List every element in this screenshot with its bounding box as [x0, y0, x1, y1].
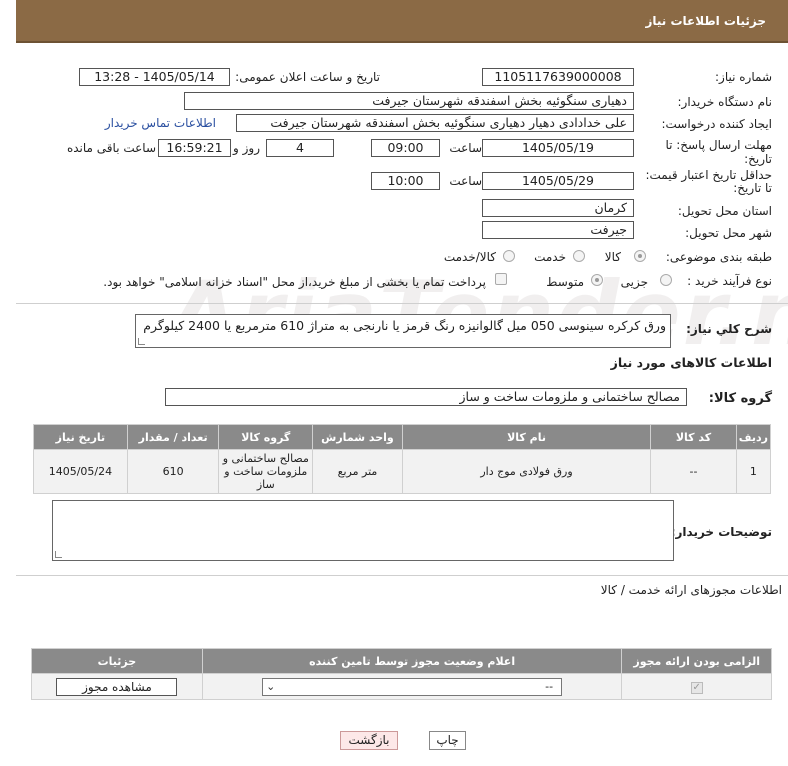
validity-date-field: 1405/05/29 — [482, 172, 634, 190]
page-title: جزئیات اطلاعات نیاز — [645, 14, 766, 28]
deadline-label-date: تاریخ: — [744, 152, 772, 166]
permit-status-select[interactable]: -- ⌄ — [262, 677, 563, 696]
goods-table: ردیف کد کالا نام کالا واحد شمارش گروه کا… — [33, 424, 772, 494]
resize-handle-icon[interactable] — [138, 338, 145, 345]
goods-group-field: مصالح ساختمانی و ملزومات ساخت و ساز — [165, 388, 687, 406]
category-radio-goods[interactable] — [634, 250, 646, 262]
details-cell: مشاهده مجوز — [31, 673, 203, 700]
buyer-notes-textarea[interactable] — [52, 500, 674, 561]
remaining-label: ساعت باقی مانده — [66, 141, 156, 155]
col-qty: تعداد / مقدار — [126, 424, 220, 450]
print-button[interactable]: چاپ — [429, 731, 466, 750]
validity-time-field: 10:00 — [371, 172, 440, 190]
permits-table-header: الزامی بودن ارائه مجوز اعلام وضعیت مجوز … — [31, 648, 772, 674]
resize-handle-icon[interactable] — [55, 551, 62, 558]
days-label: روز و — [233, 141, 260, 155]
back-button[interactable]: بازگشت — [340, 731, 398, 750]
validity-label: حداقل تاریخ اعتبار قیمت: — [645, 168, 772, 182]
goods-group-label: گروه کالا: — [708, 391, 772, 406]
process-option-medium: متوسط — [546, 275, 584, 289]
chevron-down-icon: ⌄ — [266, 679, 276, 693]
page-header: جزئیات اطلاعات نیاز — [16, 0, 788, 43]
deadline-label: مهلت ارسال پاسخ: تا — [665, 138, 772, 152]
row-group: مصالح ساختمانی و ملزومات ساخت و ساز — [218, 449, 314, 494]
province-field: کرمان — [482, 199, 634, 217]
buyer-org-field: دهیاری سنگوئیه بخش اسفندقه شهرستان جیرفت — [184, 92, 634, 110]
category-option-goods-service: کالا/خدمت — [443, 250, 496, 264]
category-radio-goods-service[interactable] — [503, 250, 515, 262]
permit-status-value: -- — [545, 679, 554, 693]
creator-field: علی خدادادی دهیار دهیاری سنگوئیه بخش اسف… — [236, 114, 634, 132]
deadline-time-field: 09:00 — [371, 139, 440, 157]
description-text: ورق کرکره سینوسی 050 میل گالوانیزه رنگ ق… — [143, 318, 666, 333]
process-radio-medium[interactable] — [591, 274, 603, 286]
divider — [16, 575, 788, 576]
col-date: تاریخ نیاز — [33, 424, 128, 450]
col-required: الزامی بودن ارائه مجوز — [621, 648, 772, 674]
buyer-org-label: نام دستگاه خریدار: — [677, 95, 773, 109]
row-unit: متر مربع — [312, 449, 403, 494]
description-label: شرح کلي نياز: — [686, 322, 772, 336]
process-label: نوع فرآیند خرید : — [687, 274, 772, 288]
category-option-service: خدمت — [534, 250, 566, 264]
creator-label: ایجاد کننده درخواست: — [661, 117, 772, 131]
announce-label: تاریخ و ساعت اعلان عمومی: — [235, 70, 380, 84]
buyer-notes-label: توضیحات خریدار: — [670, 525, 772, 539]
category-radio-service[interactable] — [573, 250, 585, 262]
need-number-field: 1105117639000008 — [482, 68, 634, 86]
buyer-notes-text — [53, 501, 673, 507]
category-label: طبقه بندی موضوعی: — [665, 250, 772, 264]
need-number-label: شماره نیاز: — [715, 70, 772, 84]
description-textarea[interactable]: ورق کرکره سینوسی 050 میل گالوانیزه رنگ ق… — [135, 314, 671, 348]
payment-note: پرداخت تمام یا بخشی از مبلغ خرید،از محل … — [103, 275, 486, 289]
col-index: ردیف — [735, 424, 772, 450]
goods-table-header: ردیف کد کالا نام کالا واحد شمارش گروه کا… — [33, 424, 772, 450]
col-code: کد کالا — [650, 424, 737, 450]
row-name: ورق فولادی موج دار — [401, 449, 652, 494]
status-cell: -- ⌄ — [201, 673, 623, 700]
required-checkbox: ✓ — [690, 681, 703, 694]
row-index: 1 — [735, 449, 772, 494]
col-name: نام کالا — [401, 424, 652, 450]
validity-label-date: تا تاریخ: — [733, 181, 772, 195]
row-code: -- — [650, 449, 737, 494]
buyer-contact-link[interactable]: اطلاعات تماس خریدار — [105, 116, 216, 130]
goods-section-title: اطلاعات کالاهای مورد نیاز — [610, 355, 772, 370]
treasury-payment-checkbox[interactable] — [495, 273, 507, 285]
permits-section-title: اطلاعات مجوزهای ارائه خدمت / کالا — [600, 583, 782, 597]
process-option-minor: جزیی — [620, 275, 648, 289]
category-option-goods: کالا — [604, 250, 621, 264]
announce-datetime-field: 1405/05/14 - 13:28 — [79, 68, 230, 86]
col-details: جزئیات — [31, 648, 203, 674]
table-row: 1 -- ورق فولادی موج دار متر مربع مصالح س… — [33, 449, 772, 494]
row-qty: 610 — [126, 449, 220, 494]
deadline-hour-label: ساعت — [449, 141, 482, 155]
deadline-date-field: 1405/05/19 — [482, 139, 634, 157]
permits-table: الزامی بودن ارائه مجوز اعلام وضعیت مجوز … — [31, 648, 772, 700]
view-permit-button[interactable]: مشاهده مجوز — [56, 677, 178, 696]
city-field: جیرفت — [482, 221, 634, 239]
table-row: ✓ -- ⌄ مشاهده مجوز — [31, 673, 772, 700]
province-label: استان محل تحویل: — [677, 204, 772, 218]
col-unit: واحد شمارش — [312, 424, 403, 450]
divider — [16, 303, 788, 304]
row-date: 1405/05/24 — [33, 449, 128, 494]
city-label: شهر محل تحویل: — [685, 226, 772, 240]
required-cell: ✓ — [621, 673, 772, 700]
validity-hour-label: ساعت — [449, 174, 482, 188]
col-status: اعلام وضعیت مجوز توسط تامین کننده — [201, 648, 623, 674]
time-remaining-field: 16:59:21 — [158, 139, 231, 157]
days-remaining-field: 4 — [266, 139, 334, 157]
col-group: گروه کالا — [218, 424, 314, 450]
process-radio-minor[interactable] — [660, 274, 672, 286]
